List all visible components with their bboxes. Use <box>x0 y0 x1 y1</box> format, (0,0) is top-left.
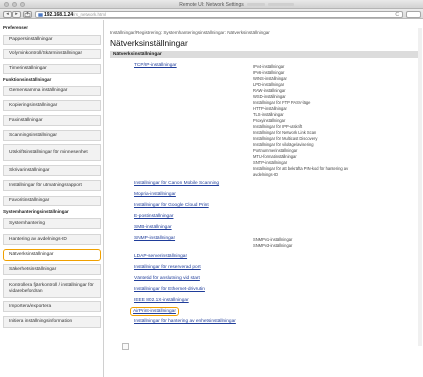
breadcrumb: Inställningar/Registrering: Systemhanter… <box>110 30 270 35</box>
share-icon <box>24 11 31 17</box>
list-item: Inställningar för FTP PASV-läge <box>253 100 311 105</box>
snmp-settings-link[interactable]: SNMP-inställningar <box>134 236 175 241</box>
sidebar-item-import-export[interactable]: Importera/exportera <box>3 301 101 312</box>
search-field[interactable] <box>406 10 421 18</box>
list-item: HTTP-inställningar <box>253 106 287 111</box>
list-item: IPv4-inställningar <box>253 64 285 69</box>
device-settings-management-link[interactable]: Inställningar för hantering av enhetsins… <box>134 319 236 324</box>
sidebar-item-favorites[interactable]: Favoritinställningar <box>3 196 101 206</box>
sidebar-item-memory-print[interactable]: Utskriftsinställningar för minnesenhet <box>3 144 101 161</box>
tcpip-settings-link[interactable]: TCP/IP-inställningar <box>134 63 177 68</box>
airprint-settings-link[interactable]: AirPrint-inställningar <box>130 307 179 316</box>
list-item: SNMPv3-inställningar <box>253 243 293 248</box>
url-host: 192.168.1.24 <box>44 12 74 19</box>
list-item: Inställningar för IPP-utskrift <box>253 124 303 129</box>
list-item: WINS-inställningar <box>253 76 287 81</box>
list-item: MTU-formatinställningar <box>253 154 297 159</box>
sidebar-item-system-management[interactable]: Systemhantering <box>3 218 101 229</box>
sidebar-item-remote-forwarding[interactable]: Kontrollera fjärrkontroll / inställninga… <box>3 279 101 298</box>
blurred-title-text <box>268 3 294 6</box>
sidebar-item-dept-id[interactable]: Hantering av avdelnings-ID <box>3 234 101 245</box>
list-item: RAW-inställningar <box>253 88 286 93</box>
scroll-top-icon[interactable] <box>122 343 129 350</box>
list-item: TLS-inställningar <box>253 112 284 117</box>
window-title-bar: Remote UI: Network Settings <box>0 0 423 9</box>
sidebar-item-initialize[interactable]: Initiera inställningsinformation <box>3 316 101 328</box>
page-icon <box>38 12 43 17</box>
back-button[interactable]: ◂ <box>3 10 12 18</box>
sidebar-item-fax[interactable]: Faxinställningar <box>3 115 101 126</box>
mopria-link[interactable]: Mopria-inställningar <box>134 192 176 197</box>
list-item: avdelnings-ID <box>253 172 279 177</box>
sidebar-item-common[interactable]: Gemensamma inställningar <box>3 86 101 96</box>
url-path: /rs_network.html <box>73 12 107 18</box>
section-header: Nätverksinställningar <box>110 51 418 58</box>
blurred-title-text <box>247 3 265 6</box>
sidebar-item-security[interactable]: Säkerhetsinställningar <box>3 264 101 275</box>
list-item: LPD-inställningar <box>253 82 285 87</box>
sidebar-item-timer[interactable]: Timerinställningar <box>3 64 101 74</box>
sidebar-header-system: Systemhanteringsinställningar <box>3 209 69 214</box>
sidebar: Preferenser Pappersinställningar Volymin… <box>0 20 104 377</box>
list-item: WSD-inställningar <box>253 94 286 99</box>
sidebar-item-scan[interactable]: Scanningsinställningar <box>3 130 101 141</box>
page-title: Nätverksinställningar <box>110 38 188 48</box>
main-content: Inställningar/Registrering: Systemhanter… <box>108 20 423 377</box>
list-item: Inställningar för Multicast Discovery <box>253 136 318 141</box>
ethernet-driver-link[interactable]: Inställningar för Ethernet-drivrutin <box>134 287 205 292</box>
scrollbar[interactable] <box>418 28 422 346</box>
smb-settings-link[interactable]: SMB-inställningar <box>134 225 172 230</box>
sidebar-header-functions: Funktionsinställningar <box>3 77 52 82</box>
sidebar-item-output-report[interactable]: Inställningar för utmatningsrapport <box>3 180 101 191</box>
reload-icon[interactable]: C <box>395 12 399 18</box>
sidebar-item-copy[interactable]: Kopieringsinställningar <box>3 100 101 111</box>
window-title: Remote UI: Network Settings <box>179 1 244 8</box>
list-item: Inställningar för att bekräfta PIN-kod f… <box>253 166 349 171</box>
sidebar-item-paper[interactable]: Pappersinställningar <box>3 35 101 45</box>
list-item: SNMPv1-inställningar <box>253 237 293 242</box>
address-bar[interactable]: 192.168.1.24 /rs_network.html C <box>35 10 403 19</box>
google-cloud-print-link[interactable]: Inställningar för Google Cloud Print <box>134 203 209 208</box>
list-item: Proxyinställningar <box>253 118 286 123</box>
ldap-settings-link[interactable]: LDAP-serverinställningar <box>134 254 187 259</box>
sidebar-item-volume[interactable]: Volyminkontroll/Skärminställningar <box>3 49 101 59</box>
ieee8021x-link[interactable]: IEEE 802.1X-inställningar <box>134 298 189 303</box>
browser-toolbar: ◂ ▸ 192.168.1.24 /rs_network.html C <box>0 9 423 19</box>
sidebar-header-preferences: Preferenser <box>3 25 29 30</box>
list-item: Inställningar för Network Link Scan <box>253 130 317 135</box>
email-settings-link[interactable]: E-postinställningar <box>134 214 173 219</box>
startup-wait-link[interactable]: Väntetid för anslutning vid start <box>134 276 200 281</box>
canon-mobile-scanning-link[interactable]: Inställningar för Canon Mobile Scanning <box>134 181 219 186</box>
list-item: Portnummerinställningar <box>253 148 298 153</box>
sidebar-item-network[interactable]: Nätverksinställningar <box>3 249 101 261</box>
reserved-port-link[interactable]: Inställningar för reserverad port <box>134 265 201 270</box>
share-button[interactable] <box>23 10 32 18</box>
list-item: IPv6-inställningar <box>253 70 285 75</box>
list-item: SNTP-inställningar <box>253 160 288 165</box>
sidebar-item-printer[interactable]: Skrivarinställningar <box>3 165 101 176</box>
list-item: Inställningar för viloläge/avisering <box>253 142 314 147</box>
forward-button[interactable]: ▸ <box>12 10 21 18</box>
